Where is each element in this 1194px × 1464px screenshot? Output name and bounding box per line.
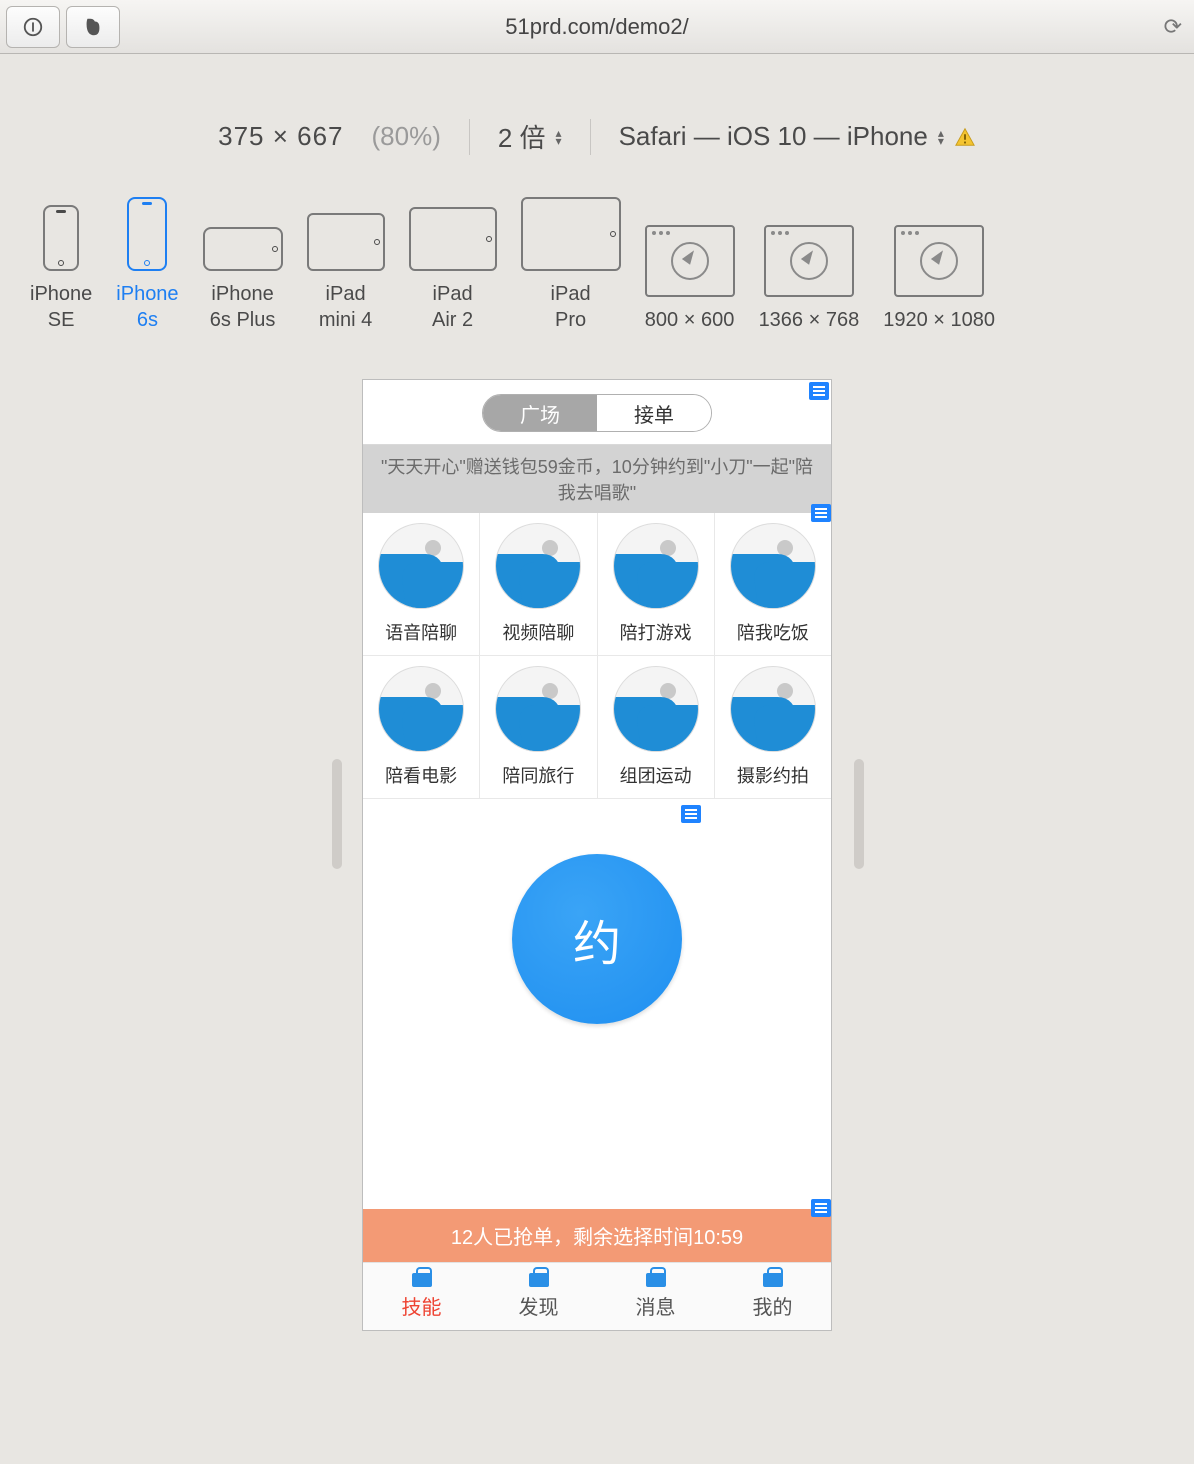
separator	[469, 119, 470, 155]
stepper-icon: ▴▾	[938, 129, 944, 145]
responsive-design-bar: 375 × 667 (80%) 2 倍 ▴▾ Safari — iOS 10 —…	[0, 118, 1194, 155]
tab-icon	[763, 1273, 783, 1287]
reload-icon[interactable]: ⟳	[1164, 14, 1182, 40]
tab-icon	[646, 1273, 666, 1287]
announcement-ticker: "天天开心"赠送钱包59金币，10分钟约到"小刀"一起"陪我去唱歌"	[363, 445, 831, 513]
placeholder-image-icon	[495, 666, 581, 752]
compass-icon	[790, 242, 828, 280]
annotation-marker-icon[interactable]	[681, 805, 701, 823]
category-item[interactable]: 语音陪聊	[363, 513, 479, 655]
device-preset-iphone-6sp[interactable]: iPhone6s Plus	[203, 227, 283, 333]
device-preset-ipad-mini4[interactable]: iPadmini 4	[307, 213, 385, 333]
tab-发现[interactable]: 发现	[480, 1263, 597, 1330]
category-item[interactable]: 陪我吃饭	[715, 513, 831, 655]
status-banner: 12人已抢单，剩余选择时间10:59	[363, 1209, 831, 1262]
device-preset-ipad-air2[interactable]: iPadAir 2	[409, 207, 497, 333]
tab-我的[interactable]: 我的	[714, 1263, 831, 1330]
category-item[interactable]: 摄影约拍	[715, 656, 831, 798]
tab-技能[interactable]: 技能	[363, 1263, 480, 1330]
category-label: 摄影约拍	[737, 762, 809, 788]
user-agent-select[interactable]: Safari — iOS 10 — iPhone ▴▾	[619, 121, 976, 152]
bottom-tab-bar: 技能 发现 消息 我的	[363, 1262, 831, 1330]
compass-icon	[920, 242, 958, 280]
user-agent-label: Safari — iOS 10 — iPhone	[619, 121, 928, 152]
resize-handle-right[interactable]	[854, 759, 864, 869]
compass-icon	[671, 242, 709, 280]
segment-control: 广场 接单	[482, 394, 712, 432]
placeholder-image-icon	[495, 523, 581, 609]
tab-icon	[529, 1273, 549, 1287]
pixel-ratio-label: 2 倍	[498, 118, 546, 155]
category-label: 陪看电影	[385, 762, 457, 788]
viewport-dimensions[interactable]: 375 × 667	[218, 121, 343, 152]
device-preset-iphone-6s[interactable]: iPhone6s	[116, 197, 178, 333]
annotation-marker-icon[interactable]	[811, 504, 831, 522]
annotation-marker-icon[interactable]	[811, 1199, 831, 1217]
viewport-zoom-percent: (80%)	[372, 121, 441, 152]
device-preview-container: 广场 接单 "天天开心"赠送钱包59金币，10分钟约到"小刀"一起"陪我去唱歌"…	[362, 379, 832, 1331]
resize-handle-left[interactable]	[332, 759, 342, 869]
tab-label: 技能	[402, 1291, 442, 1320]
category-item[interactable]: 陪同旅行	[480, 656, 596, 798]
stepper-icon: ▴▾	[556, 129, 562, 145]
extension-evernote-icon[interactable]	[66, 6, 120, 48]
placeholder-image-icon	[613, 666, 699, 752]
device-preset-b800[interactable]: 800 × 600	[645, 225, 735, 333]
device-label: iPhoneSE	[30, 281, 92, 333]
device-label: iPadAir 2	[432, 281, 473, 333]
placeholder-image-icon	[378, 666, 464, 752]
cta-area: 约	[363, 799, 831, 1079]
tab-label: 消息	[636, 1291, 676, 1320]
device-preset-ipad-pro[interactable]: iPadPro	[521, 197, 621, 333]
warning-icon	[954, 126, 976, 148]
category-item[interactable]: 陪看电影	[363, 656, 479, 798]
separator	[590, 119, 591, 155]
segment-control-row: 广场 接单	[363, 380, 831, 445]
category-label: 陪同旅行	[502, 762, 574, 788]
tab-icon	[412, 1273, 432, 1287]
browser-toolbar: 51prd.com/demo2/ ⟳	[0, 0, 1194, 54]
device-preset-list: iPhoneSE iPhone6s iPhone6s Plus iPadmini…	[30, 197, 1194, 333]
device-screen: 广场 接单 "天天开心"赠送钱包59金币，10分钟约到"小刀"一起"陪我去唱歌"…	[362, 379, 832, 1331]
placeholder-image-icon	[730, 666, 816, 752]
tab-label: 发现	[519, 1291, 559, 1320]
ticker-text: "天天开心"赠送钱包59金币，10分钟约到"小刀"一起"陪我去唱歌"	[381, 457, 813, 503]
device-label: 1920 × 1080	[883, 307, 995, 333]
tab-label: 我的	[753, 1291, 793, 1320]
book-button[interactable]: 约	[512, 854, 682, 1024]
device-preset-iphone-se[interactable]: iPhoneSE	[30, 205, 92, 333]
device-label: 1366 × 768	[759, 307, 860, 333]
category-item[interactable]: 陪打游戏	[598, 513, 714, 655]
device-label: iPhone6s Plus	[210, 281, 276, 333]
tab-消息[interactable]: 消息	[597, 1263, 714, 1330]
device-preset-b1366[interactable]: 1366 × 768	[759, 225, 860, 333]
segment-tab-square[interactable]: 广场	[483, 395, 597, 431]
category-label: 陪打游戏	[620, 619, 692, 645]
device-preset-b1920[interactable]: 1920 × 1080	[883, 225, 995, 333]
device-label: iPadPro	[551, 281, 591, 333]
device-label: iPadmini 4	[319, 281, 372, 333]
category-label: 语音陪聊	[385, 619, 457, 645]
placeholder-image-icon	[730, 523, 816, 609]
placeholder-image-icon	[613, 523, 699, 609]
placeholder-image-icon	[378, 523, 464, 609]
address-bar-url[interactable]: 51prd.com/demo2/	[505, 14, 688, 40]
book-button-label: 约	[573, 904, 621, 974]
category-label: 视频陪聊	[502, 619, 574, 645]
spacer	[363, 1079, 831, 1209]
status-banner-text: 12人已抢单，剩余选择时间10:59	[451, 1227, 743, 1249]
category-label: 组团运动	[620, 762, 692, 788]
device-label: iPhone6s	[116, 281, 178, 333]
category-item[interactable]: 组团运动	[598, 656, 714, 798]
pixel-ratio-select[interactable]: 2 倍 ▴▾	[498, 118, 562, 155]
extension-1password-icon[interactable]	[6, 6, 60, 48]
annotation-marker-icon[interactable]	[809, 382, 829, 400]
segment-tab-orders[interactable]: 接单	[597, 395, 711, 431]
category-item[interactable]: 视频陪聊	[480, 513, 596, 655]
category-grid: 语音陪聊 视频陪聊 陪打游戏 陪我吃饭 陪看电影 陪同旅行 组团运动 摄影约拍	[363, 513, 831, 799]
category-label: 陪我吃饭	[737, 619, 809, 645]
device-label: 800 × 600	[645, 307, 735, 333]
